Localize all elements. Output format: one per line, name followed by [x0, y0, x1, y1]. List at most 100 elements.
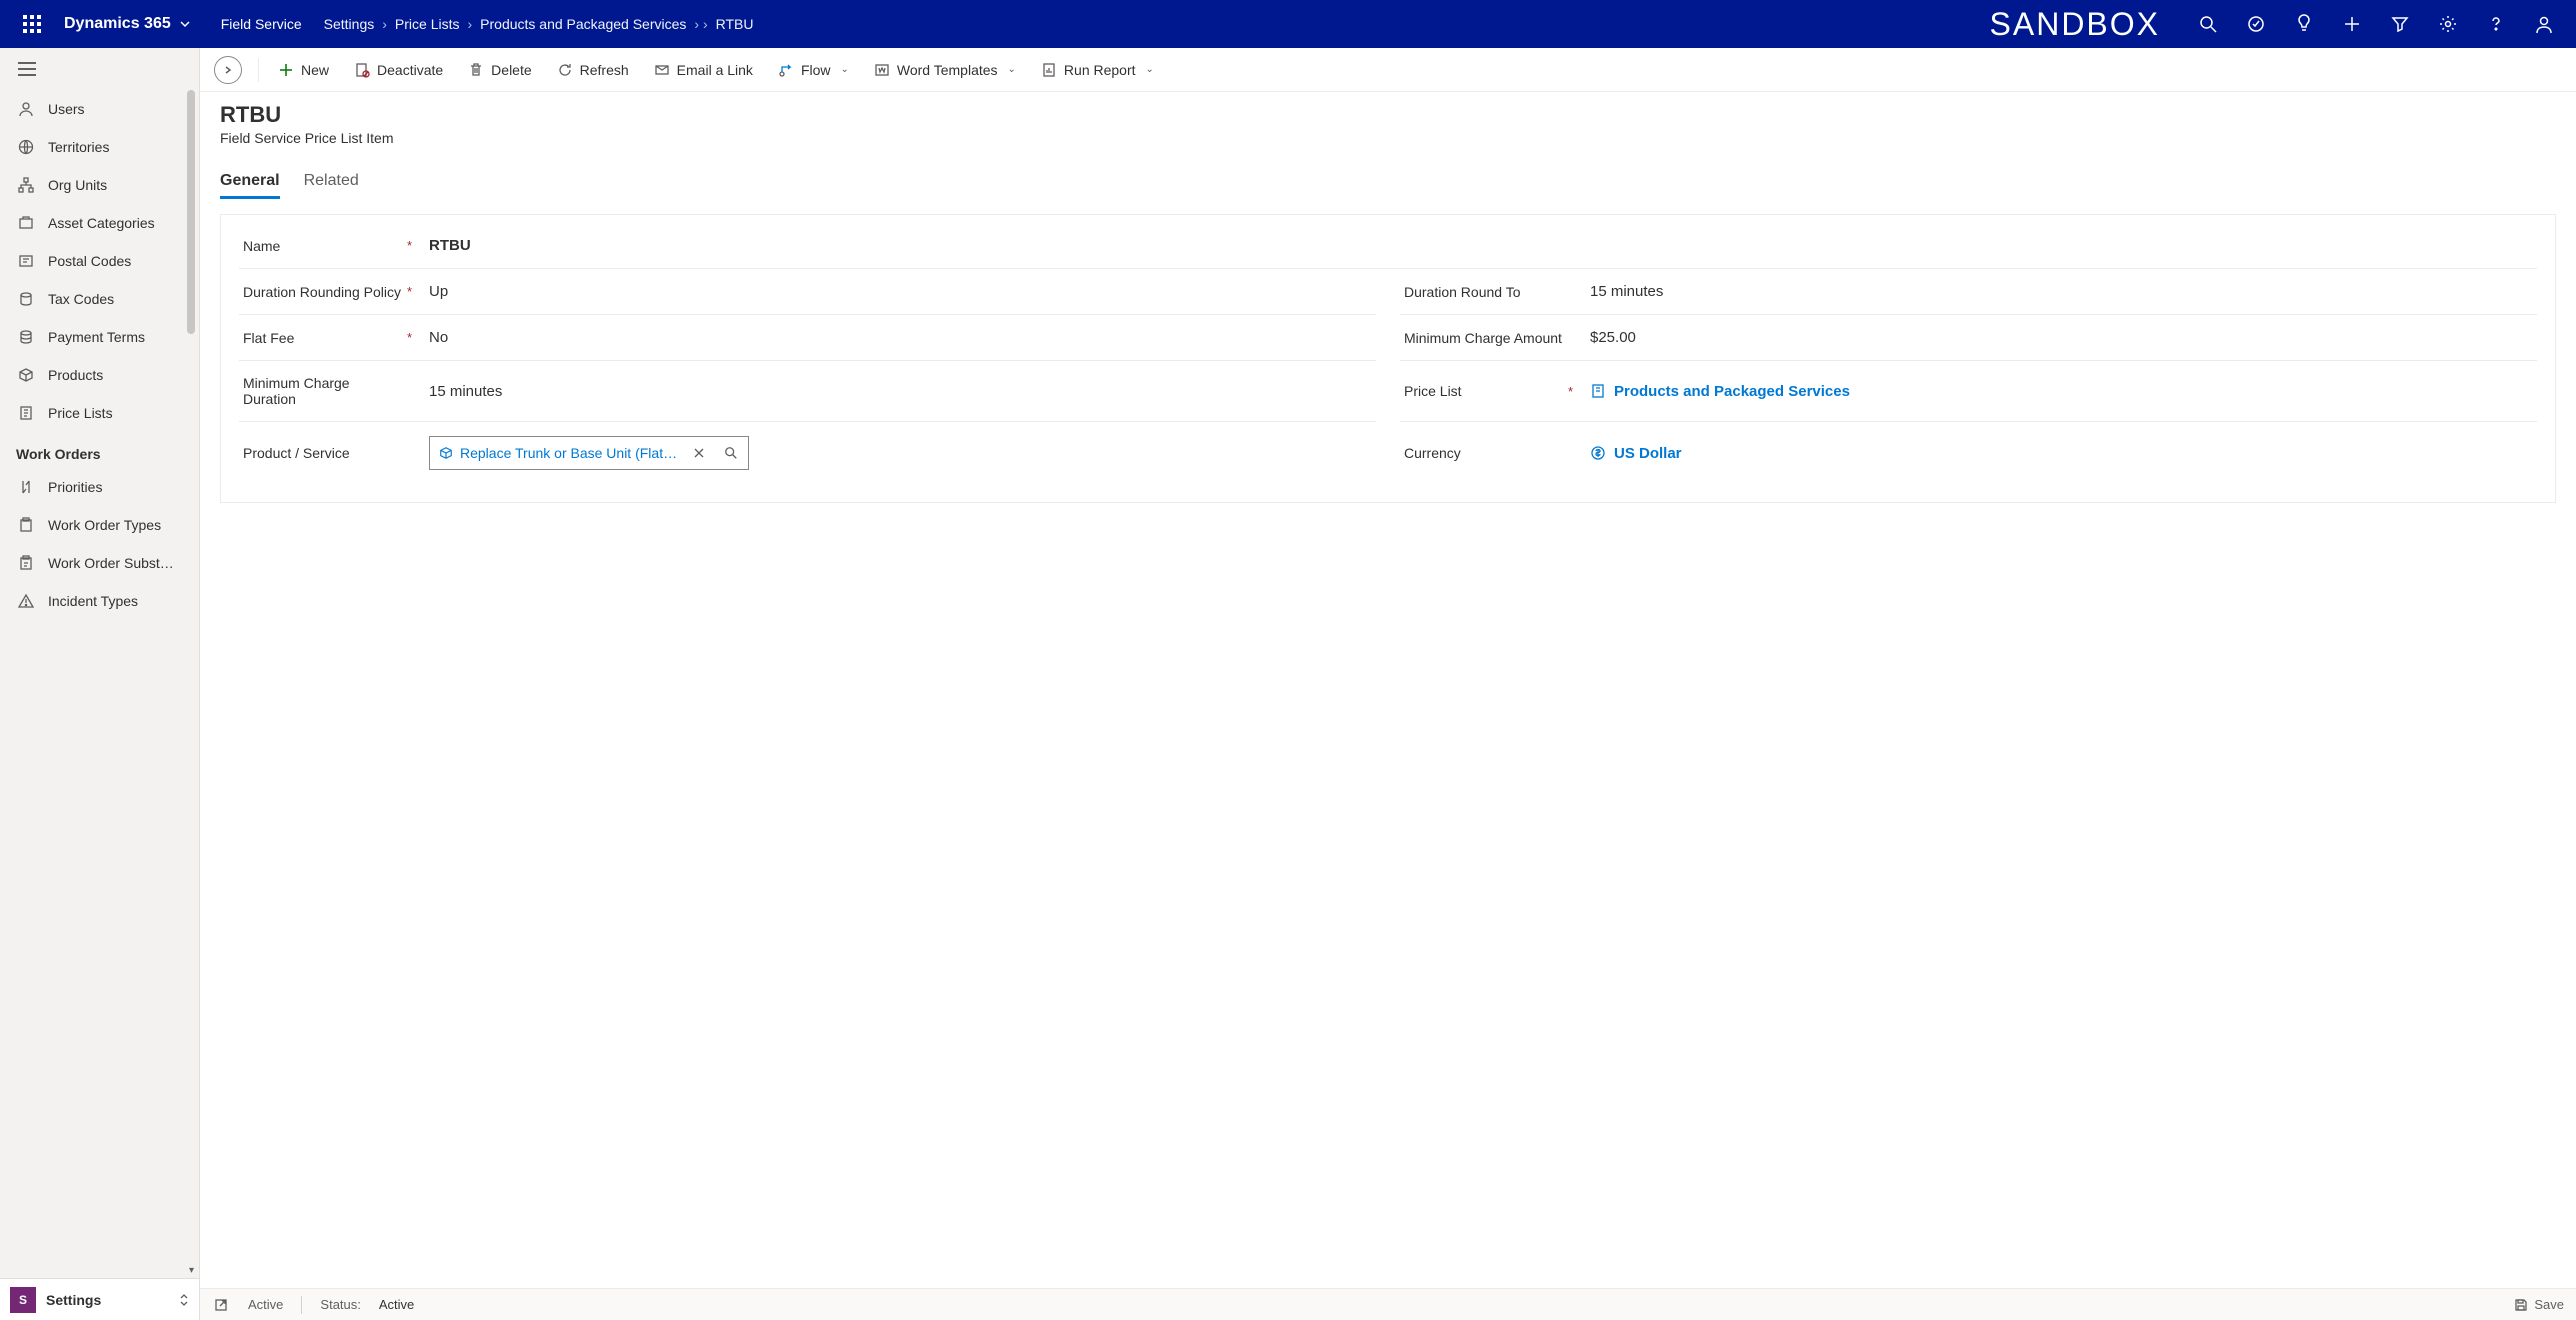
refresh-icon [556, 61, 574, 79]
cmd-label: Flow [801, 62, 831, 78]
cmd-label: New [301, 62, 329, 78]
clear-lookup-button[interactable] [686, 440, 712, 466]
field-label: Duration Rounding Policy [243, 284, 403, 300]
cmd-label: Email a Link [677, 62, 753, 78]
sidebar-item-products[interactable]: Products [0, 356, 199, 394]
sidebar-item-work-order-subst[interactable]: Work Order Subst… [0, 544, 199, 582]
popout-button[interactable] [212, 1296, 230, 1314]
sidebar-item-tax-codes[interactable]: Tax Codes [0, 280, 199, 318]
run-report-button[interactable]: Run Report⌄ [1030, 55, 1164, 85]
lookup-input[interactable]: Replace Trunk or Base Unit (Flat H… [429, 436, 749, 470]
app-area-link[interactable]: Field Service [211, 16, 312, 32]
word-templates-button[interactable]: Word Templates ⌄ [863, 55, 1026, 85]
app-launcher-button[interactable] [8, 0, 56, 48]
pricelist-icon [16, 403, 36, 423]
sidebar-item-postal-codes[interactable]: Postal Codes [0, 242, 199, 280]
updown-chevron-icon [179, 1293, 189, 1307]
settings-button[interactable] [2424, 0, 2472, 48]
save-button[interactable]: Save [2514, 1297, 2564, 1312]
field-minimum-charge-amount[interactable]: Minimum Charge Amount $25.00 [1400, 315, 2537, 361]
breadcrumb-item[interactable]: Settings [324, 16, 375, 32]
assistant-button[interactable] [2280, 0, 2328, 48]
field-name[interactable]: Name * RTBU [239, 223, 2537, 269]
lookup-text: Replace Trunk or Base Unit (Flat H… [460, 445, 680, 461]
cmd-label: Word Templates [897, 62, 998, 78]
sidebar-item-label: Tax Codes [48, 291, 114, 307]
form-page: RTBU Field Service Price List Item Gener… [200, 92, 2576, 1288]
field-label: Flat Fee [243, 330, 403, 346]
field-currency[interactable]: Currency US Dollar [1400, 422, 2537, 484]
sidebar-item-users[interactable]: Users [0, 90, 199, 128]
sidebar-item-label: Work Order Types [48, 517, 161, 533]
chevron-down-icon: ⌄ [1008, 64, 1016, 75]
help-button[interactable] [2472, 0, 2520, 48]
tab-general[interactable]: General [220, 166, 280, 199]
sidebar-item-territories[interactable]: Territories [0, 128, 199, 166]
area-badge: S [10, 1287, 36, 1313]
plus-icon [277, 61, 295, 79]
site-map-sidebar: ▴ Users Territories Org Units Asset Cate… [0, 48, 200, 1320]
refresh-button[interactable]: Refresh [546, 55, 639, 85]
field-flat-fee[interactable]: Flat Fee * No [239, 315, 1376, 361]
sidebar-item-incident-types[interactable]: Incident Types [0, 582, 199, 620]
word-icon [873, 61, 891, 79]
chevron-down-icon: ⌄ [841, 64, 849, 75]
field-product-service[interactable]: Product / Service Replace Trunk or Base … [239, 422, 1376, 484]
field-value: 15 minutes [1590, 283, 2533, 300]
flow-button[interactable]: Flow ⌄ [767, 55, 859, 85]
sidebar-item-label: Price Lists [48, 405, 113, 421]
scrollbar-thumb[interactable] [187, 90, 195, 334]
sidebar-item-price-lists[interactable]: Price Lists [0, 394, 199, 432]
chevron-down-icon [179, 18, 191, 30]
advanced-find-button[interactable] [2376, 0, 2424, 48]
lookup-search-button[interactable] [718, 440, 744, 466]
status-label: Status: [320, 1297, 360, 1312]
search-button[interactable] [2184, 0, 2232, 48]
cmd-label: Deactivate [377, 62, 443, 78]
task-flow-button[interactable] [2232, 0, 2280, 48]
brand-switcher[interactable]: Dynamics 365 [56, 15, 199, 33]
sidebar-item-priorities[interactable]: Priorities [0, 468, 199, 506]
breadcrumb-item[interactable]: Products and Packaged Services [480, 16, 686, 32]
breadcrumb-item[interactable]: Price Lists [395, 16, 460, 32]
tab-related[interactable]: Related [304, 166, 359, 199]
person-icon [16, 99, 36, 119]
field-duration-round-to[interactable]: Duration Round To 15 minutes [1400, 269, 2537, 315]
account-button[interactable] [2520, 0, 2568, 48]
lookup-value[interactable]: Products and Packaged Services [1590, 383, 2533, 400]
sidebar-toggle-button[interactable] [0, 48, 199, 90]
cmd-label: Refresh [580, 62, 629, 78]
email-link-button[interactable]: Email a Link [643, 55, 763, 85]
org-icon [16, 175, 36, 195]
sidebar-item-work-order-types[interactable]: Work Order Types [0, 506, 199, 544]
warning-icon [16, 591, 36, 611]
cmd-label: Run Report [1064, 62, 1136, 78]
scroll-down-arrow-icon[interactable]: ▾ [189, 1265, 194, 1276]
trash-icon [467, 61, 485, 79]
new-button[interactable]: New [267, 55, 339, 85]
chevron-right-icon: › › [694, 16, 707, 32]
sidebar-item-label: Work Order Subst… [48, 555, 174, 571]
deactivate-button[interactable]: Deactivate [343, 55, 453, 85]
sidebar-item-payment-terms[interactable]: Payment Terms [0, 318, 199, 356]
area-switcher[interactable]: S Settings [0, 1278, 199, 1320]
field-value: 15 minutes [429, 383, 1372, 400]
sidebar-item-label: Postal Codes [48, 253, 131, 269]
brand-label: Dynamics 365 [64, 15, 171, 33]
products-icon [16, 365, 36, 385]
required-icon: * [1568, 384, 1586, 399]
go-back-button[interactable] [214, 56, 242, 84]
breadcrumb-item[interactable]: RTBU [716, 16, 754, 32]
save-label: Save [2534, 1297, 2564, 1312]
field-minimum-charge-duration[interactable]: Minimum Charge Duration 15 minutes [239, 361, 1376, 422]
sidebar-item-org-units[interactable]: Org Units [0, 166, 199, 204]
priority-icon [16, 477, 36, 497]
lookup-value[interactable]: US Dollar [1590, 445, 2533, 462]
quick-create-button[interactable] [2328, 0, 2376, 48]
sidebar-item-asset-categories[interactable]: Asset Categories [0, 204, 199, 242]
form-tabs: General Related [220, 166, 2556, 200]
delete-button[interactable]: Delete [457, 55, 541, 85]
field-duration-rounding-policy[interactable]: Duration Rounding Policy * Up [239, 269, 1376, 315]
command-bar: New Deactivate Delete Refresh Email a Li… [200, 48, 2576, 92]
field-price-list[interactable]: Price List * Products and Packaged Servi… [1400, 361, 2537, 422]
